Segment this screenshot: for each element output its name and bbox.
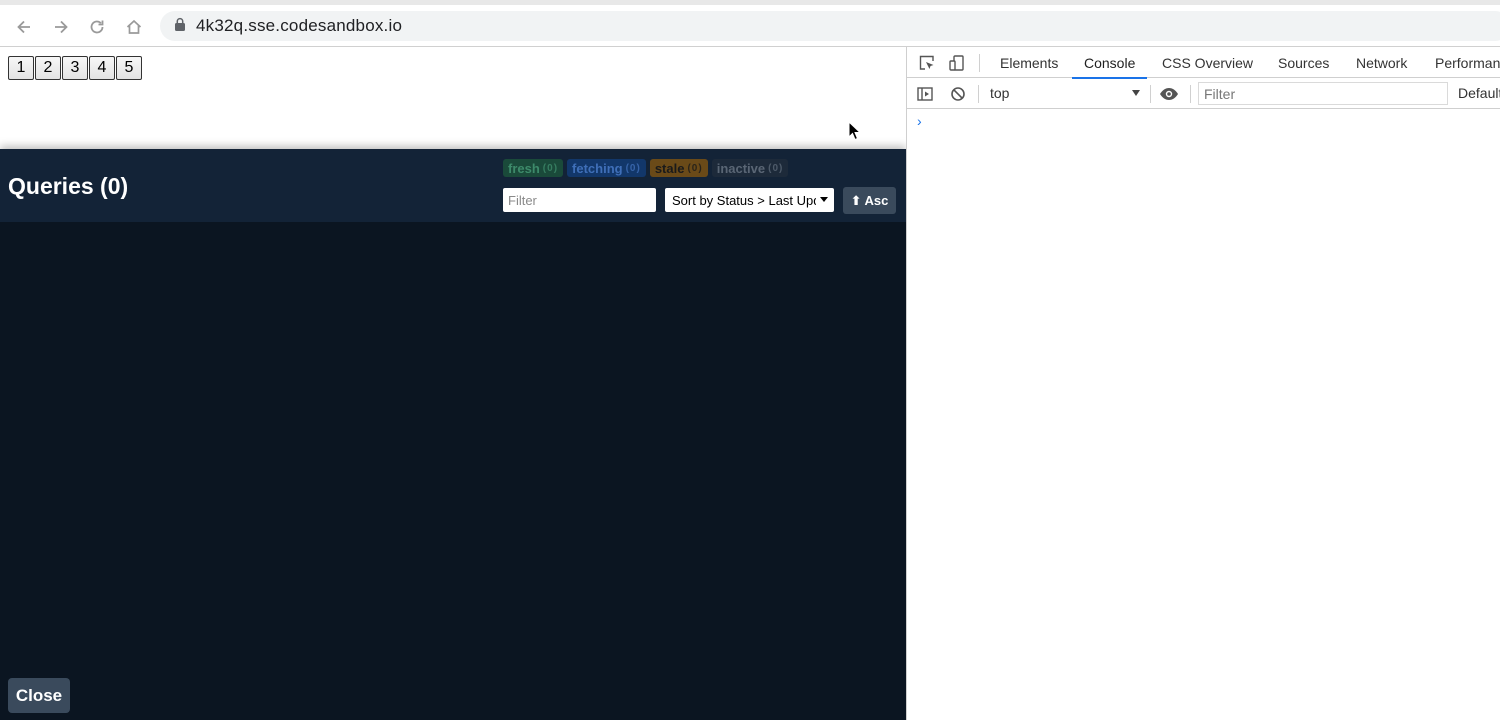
badge-stale-label: stale xyxy=(654,160,685,176)
tab-css-overview[interactable]: CSS Overview xyxy=(1162,47,1253,78)
tab-sources[interactable]: Sources xyxy=(1278,47,1329,78)
log-levels-select[interactable]: Default levels xyxy=(1458,82,1500,104)
queries-filter-input[interactable] xyxy=(503,188,656,212)
caret-down-icon xyxy=(1132,90,1140,96)
sort-order-label: Asc xyxy=(864,193,889,208)
page-button-5[interactable]: 5 xyxy=(116,56,142,80)
toolbar-divider xyxy=(979,54,980,72)
toolbar-divider xyxy=(978,85,979,103)
page-buttons: 1 2 3 4 5 xyxy=(8,56,142,80)
badge-stale: stale (0) xyxy=(649,159,708,177)
page-button-1[interactable]: 1 xyxy=(8,56,34,80)
status-badges: fresh (0) fetching (0) stale (0) inactiv… xyxy=(503,159,789,177)
badge-fresh-label: fresh xyxy=(508,160,540,176)
devtools-header: Queries (0) fresh (0) fetching (0) stale… xyxy=(0,149,906,222)
react-query-devtools-panel: Queries (0) fresh (0) fetching (0) stale… xyxy=(0,149,906,720)
device-toolbar-icon[interactable] xyxy=(946,52,968,74)
home-icon[interactable] xyxy=(120,13,148,41)
forward-icon[interactable] xyxy=(47,13,75,41)
url-text: 4k32q.sse.codesandbox.io xyxy=(196,16,403,35)
close-button[interactable]: Close xyxy=(8,678,70,713)
badge-fetching: fetching (0) xyxy=(567,159,646,177)
page-viewport: 1 2 3 4 5 Queries (0) fresh (0) fetching… xyxy=(0,47,906,720)
arrow-up-icon: ⬆ xyxy=(850,192,862,208)
badge-fetching-count: (0) xyxy=(625,162,641,174)
devtools-tab-bar: Elements Console CSS Overview Sources Ne… xyxy=(907,47,1500,79)
badge-fetching-label: fetching xyxy=(572,160,623,176)
sort-order-button[interactable]: ⬆ Asc xyxy=(843,187,896,214)
context-select-value: top xyxy=(990,85,1010,101)
context-select[interactable]: top xyxy=(984,82,1144,104)
toolbar-divider xyxy=(1150,85,1151,103)
tab-console[interactable]: Console xyxy=(1071,47,1148,79)
lock-icon xyxy=(174,17,186,36)
clear-console-icon[interactable] xyxy=(947,83,969,105)
badge-fresh: fresh (0) xyxy=(503,159,564,177)
inspect-element-icon[interactable] xyxy=(916,52,938,74)
back-icon[interactable] xyxy=(10,13,38,41)
page-button-3[interactable]: 3 xyxy=(62,56,88,80)
address-bar[interactable]: 4k32q.sse.codesandbox.io xyxy=(160,11,1500,41)
badge-fresh-count: (0) xyxy=(542,162,559,174)
toolbar-divider xyxy=(1190,85,1191,103)
badge-inactive-label: inactive xyxy=(716,160,766,176)
sidebar-toggle-icon[interactable] xyxy=(914,83,936,105)
eye-icon[interactable] xyxy=(1158,83,1180,105)
queries-title: Queries (0) xyxy=(8,173,129,199)
console-toolbar: top Default levels xyxy=(907,78,1500,109)
page-button-2[interactable]: 2 xyxy=(35,56,61,80)
page-button-4[interactable]: 4 xyxy=(89,56,115,80)
console-filter-input[interactable] xyxy=(1198,82,1448,105)
tab-performance[interactable]: Performance xyxy=(1435,47,1500,78)
badge-stale-count: (0) xyxy=(687,162,703,174)
badge-inactive: inactive (0) xyxy=(711,159,789,177)
chrome-devtools: Elements Console CSS Overview Sources Ne… xyxy=(906,47,1500,720)
console-prompt-icon[interactable]: › xyxy=(917,113,922,129)
tab-network[interactable]: Network xyxy=(1356,47,1407,78)
mouse-cursor-icon xyxy=(848,121,862,141)
tab-elements[interactable]: Elements xyxy=(1000,47,1058,78)
sort-select[interactable]: Sort by Status > Last Updated xyxy=(665,188,834,212)
sort-select-value: Sort by Status > Last Updated xyxy=(672,192,816,208)
reload-icon[interactable] xyxy=(83,13,111,41)
badge-inactive-count: (0) xyxy=(768,162,784,174)
browser-toolbar: 4k32q.sse.codesandbox.io xyxy=(0,0,1500,47)
chevron-down-icon xyxy=(820,197,828,202)
